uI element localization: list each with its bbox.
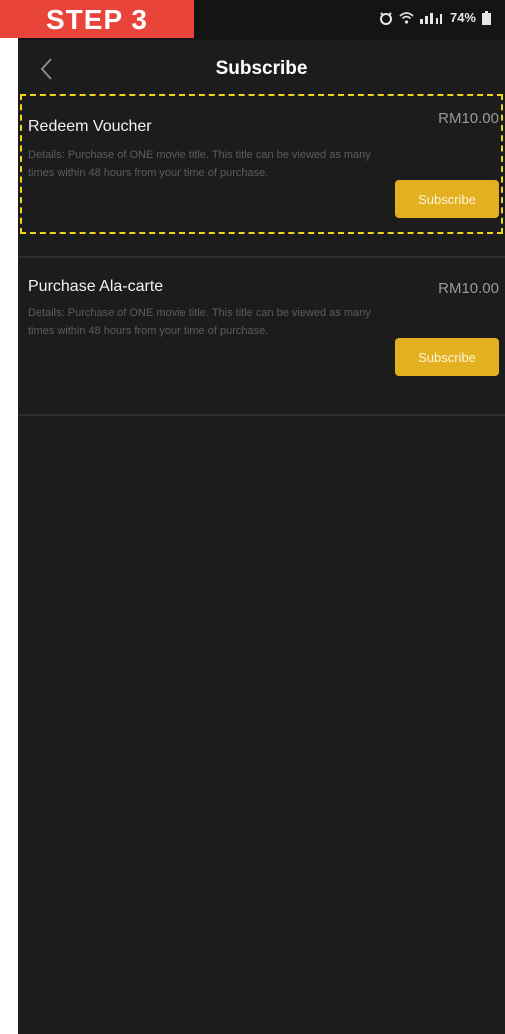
battery-icon [482, 10, 491, 25]
option-title: Purchase Ala-carte [28, 278, 164, 295]
wifi-icon [399, 11, 414, 24]
page-title: Subscribe [215, 58, 308, 79]
option-redeem-voucher: Redeem Voucher RM10.00 Details: Purchase… [18, 94, 505, 240]
option-purchase-ala-carte: Purchase Ala-carte RM10.00 Details: Purc… [18, 256, 505, 416]
status-icons: 74% [379, 10, 491, 25]
option-title: Redeem Voucher [28, 118, 152, 135]
signal-icon [419, 11, 444, 24]
alarm-icon [379, 11, 393, 25]
step-banner: STEP 3 [0, 0, 194, 38]
subscribe-button[interactable]: Subscribe [395, 338, 499, 376]
app-header: Subscribe [18, 44, 505, 94]
option-price: RM10.00 [438, 280, 499, 297]
battery-percent: 74% [449, 10, 476, 25]
option-details: Details: Purchase of ONE movie title. Th… [28, 149, 371, 179]
subscribe-button[interactable]: Subscribe [395, 180, 499, 218]
phone-screen: 74% Subscribe Redeem Voucher RM10.00 Det… [18, 0, 505, 1034]
option-details: Details: Purchase of ONE movie title. Th… [28, 307, 371, 337]
option-price: RM10.00 [438, 110, 499, 127]
